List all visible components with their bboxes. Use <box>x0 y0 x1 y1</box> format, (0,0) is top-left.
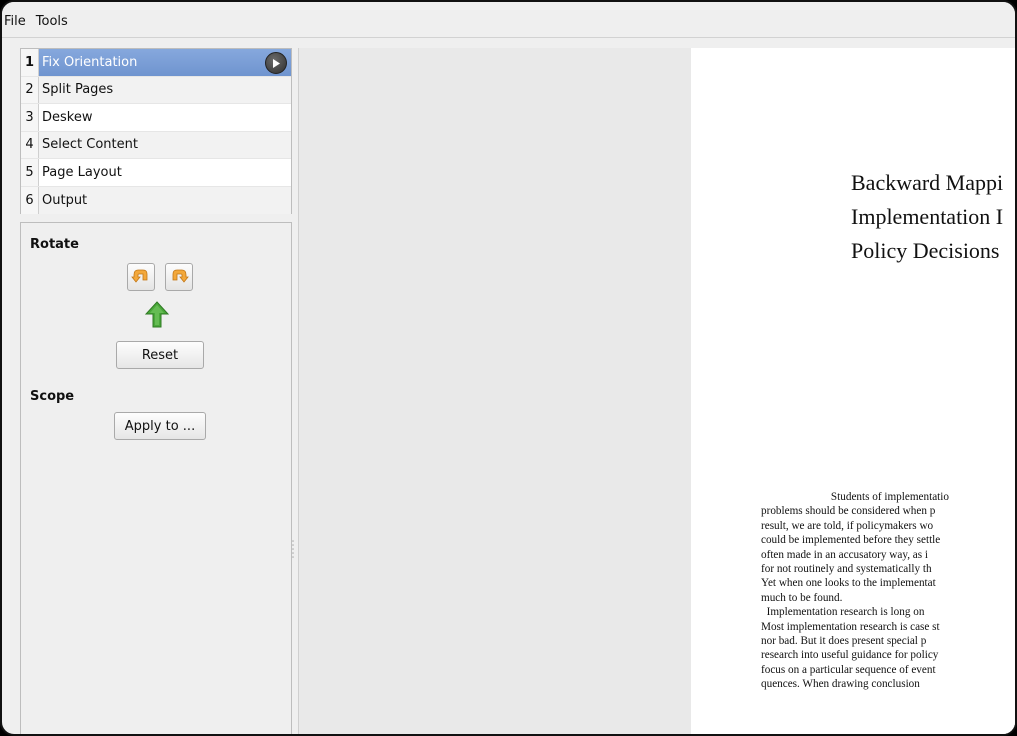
stage-number: 2 <box>21 76 39 103</box>
left-panel: 1 Fix Orientation 2 Split Pages 3 Deskew… <box>20 48 292 734</box>
doc-line: could be implemented before they settle <box>761 534 941 547</box>
menu-file[interactable]: File <box>4 14 26 29</box>
rotate-section-title: Rotate <box>30 237 79 252</box>
menu-bar: File Tools <box>2 2 1015 38</box>
stage-select-content[interactable]: 4 Select Content <box>21 131 291 159</box>
app-window: File Tools 1 Fix Orientation 2 Split Pag… <box>0 0 1017 736</box>
doc-body-text: Students of implementatio problems shoul… <box>761 490 1015 692</box>
doc-line: Implementation research is long on <box>761 606 925 619</box>
rotate-left-button[interactable] <box>127 263 155 291</box>
rotate-right-icon <box>172 269 189 283</box>
stage-split-pages[interactable]: 2 Split Pages <box>21 76 291 104</box>
doc-title-line: Backward Mappi <box>851 170 1004 195</box>
doc-title-line: Implementation I <box>851 204 1004 229</box>
stage-number: 6 <box>21 186 39 214</box>
doc-line: focus on a particular sequence of event <box>761 663 936 676</box>
stage-label: Fix Orientation <box>42 54 138 70</box>
stage-label: Deskew <box>42 109 93 125</box>
doc-title-line: Policy Decisions <box>851 238 1000 263</box>
stage-page-layout[interactable]: 5 Page Layout <box>21 159 291 187</box>
panel-splitter[interactable] <box>291 538 295 562</box>
stage-label: Output <box>42 192 88 208</box>
rotate-right-button[interactable] <box>165 263 193 291</box>
doc-line: Yet when one looks to the implementat <box>761 577 936 590</box>
doc-line: quences. When drawing conclusion <box>761 678 920 691</box>
up-arrow-icon <box>144 301 170 329</box>
doc-line: nor bad. But it does present special p <box>761 635 927 648</box>
stage-number: 1 <box>21 49 39 76</box>
rotate-left-icon <box>131 269 148 283</box>
stage-label: Split Pages <box>42 82 114 98</box>
doc-line: problems should be considered when p <box>761 505 936 518</box>
doc-line: often made in an accusatory way, as i <box>761 548 929 561</box>
stage-number: 4 <box>21 131 39 158</box>
doc-line: research into useful guidance for policy <box>761 649 939 662</box>
menu-tools[interactable]: Tools <box>36 14 68 29</box>
stage-label: Page Layout <box>42 164 122 180</box>
options-panel: Rotate Reset Scope Apply to ... <box>20 222 292 734</box>
doc-line: much to be found. <box>761 591 843 604</box>
scope-section-title: Scope <box>30 389 75 404</box>
page-viewer[interactable]: Backward Mappi Implementation I Policy D… <box>298 48 1015 734</box>
doc-line: Students of implementatio <box>761 491 949 503</box>
doc-line: result, we are told, if policymakers wo <box>761 519 934 532</box>
stage-fix-orientation[interactable]: 1 Fix Orientation <box>21 49 291 77</box>
document-page: Backward Mappi Implementation I Policy D… <box>691 48 1015 734</box>
stage-deskew[interactable]: 3 Deskew <box>21 104 291 132</box>
stage-number: 3 <box>21 104 39 131</box>
doc-line: Most implementation research is case st <box>761 620 940 633</box>
stage-list: 1 Fix Orientation 2 Split Pages 3 Deskew… <box>20 48 292 214</box>
stage-label: Select Content <box>42 137 138 153</box>
stage-output[interactable]: 6 Output <box>21 186 291 214</box>
reset-button[interactable]: Reset <box>116 341 204 369</box>
stage-number: 5 <box>21 159 39 186</box>
play-circle-icon[interactable] <box>265 52 287 74</box>
apply-to-button[interactable]: Apply to ... <box>114 412 206 440</box>
doc-line: for not routinely and systematically th <box>761 563 932 576</box>
